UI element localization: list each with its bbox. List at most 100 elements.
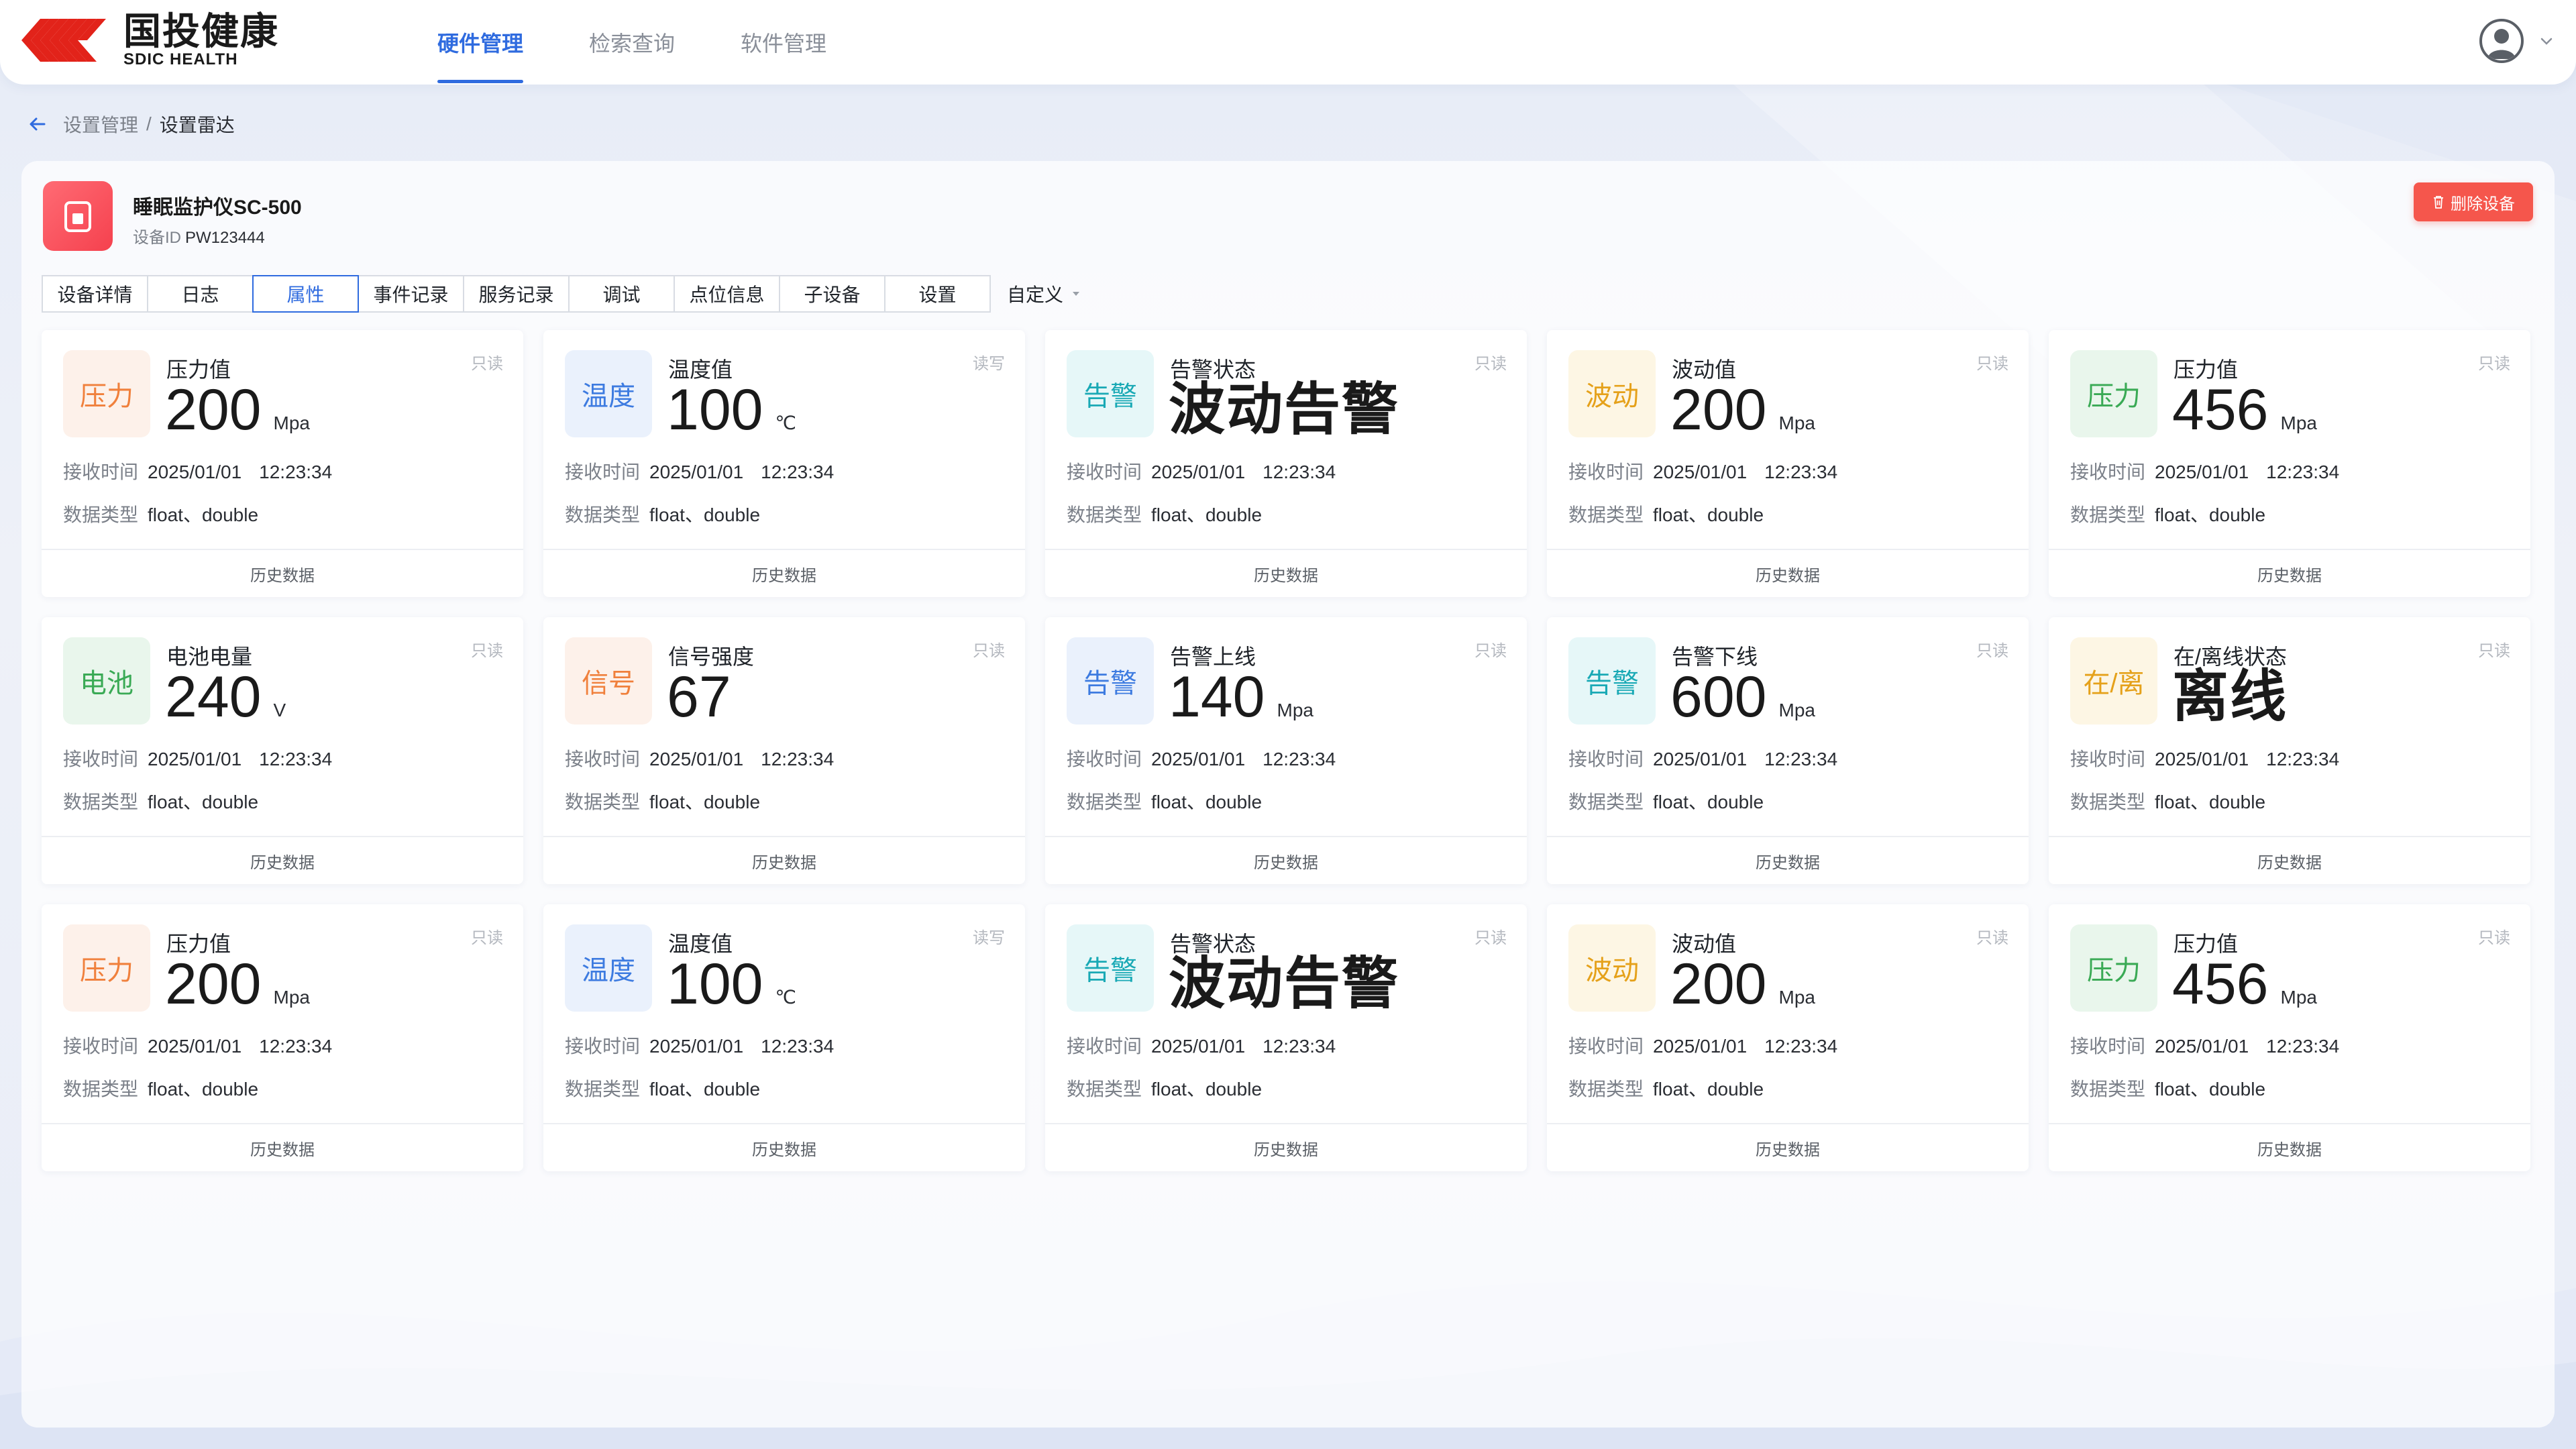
read-write-tag: 只读 (2478, 355, 2510, 373)
property-value: 140 (1169, 665, 1265, 729)
receive-date: 2025/01/01 (649, 462, 744, 482)
property-value: 100 (667, 378, 763, 442)
property-badge: 压力 (2070, 924, 2157, 1012)
property-badge: 告警 (1067, 350, 1154, 437)
receive-time-label: 接收时间 (2070, 462, 2146, 482)
receive-date: 2025/01/01 (148, 1036, 242, 1057)
property-badge-label: 波动 (1585, 382, 1639, 411)
property-value: 200 (165, 952, 262, 1016)
property-badge-label: 告警 (1083, 956, 1137, 985)
history-data-button[interactable]: 历史数据 (1547, 836, 2029, 884)
read-write-tag: 只读 (1474, 355, 1507, 373)
logo[interactable]: 国投健康 SDIC HEALTH (20, 10, 279, 68)
main-nav: 硬件管理 检索查询 软件管理 (437, 0, 892, 85)
receive-time: 12:23:34 (2266, 1036, 2340, 1057)
property-badge-label: 告警 (1083, 382, 1137, 411)
receive-time: 12:23:34 (1764, 749, 1838, 769)
property-badge: 温度 (565, 350, 652, 437)
tab-6[interactable]: 点位信息 (674, 275, 780, 313)
read-write-tag: 只读 (973, 642, 1005, 660)
history-data-button[interactable]: 历史数据 (42, 549, 523, 597)
history-data-button[interactable]: 历史数据 (2049, 549, 2530, 597)
property-value: 456 (2172, 952, 2269, 1016)
breadcrumb-parent[interactable]: 设置管理 (63, 111, 138, 138)
receive-time-label: 接收时间 (63, 749, 139, 769)
nav-item-2[interactable]: 软件管理 (741, 0, 826, 85)
data-type-label: 数据类型 (2070, 504, 2146, 525)
data-type-row: 数据类型 float、double (565, 1075, 760, 1102)
receive-time-row: 接收时间 2025/01/01 12:23:34 (565, 745, 834, 771)
breadcrumb-separator: / (146, 113, 152, 134)
property-badge: 告警 (1568, 637, 1656, 724)
data-type-label: 数据类型 (63, 792, 139, 812)
read-write-tag: 读写 (973, 929, 1005, 947)
history-data-button[interactable]: 历史数据 (1547, 1123, 2029, 1171)
receive-time: 12:23:34 (1764, 462, 1838, 482)
receive-date: 2025/01/01 (148, 462, 242, 482)
property-unit: Mpa (273, 987, 310, 1008)
property-unit: Mpa (1778, 700, 1815, 720)
property-badge-label: 温度 (582, 382, 635, 411)
property-card: 告警 告警下线 600 Mpa 只读 接收时间 2025/01/01 12:23:34 数据类型… (1547, 617, 2029, 884)
read-write-tag: 只读 (1976, 929, 2008, 947)
data-type-row: 数据类型 float、double (2070, 788, 2265, 814)
receive-time: 12:23:34 (259, 462, 333, 482)
property-badge: 波动 (1568, 924, 1656, 1012)
property-badge: 压力 (63, 350, 150, 437)
receive-time-row: 接收时间 2025/01/01 12:23:34 (2070, 745, 2339, 771)
device-icon (43, 181, 113, 251)
device-panel: 睡眠监护仪SC-500 设备ID PW123444 删除设备 设备详情 日志 属性 事件… (21, 161, 2555, 1428)
top-bar: 国投健康 SDIC HEALTH 硬件管理 检索查询 软件管理 (0, 0, 2576, 85)
delete-device-label: 删除设备 (2451, 195, 2515, 213)
history-data-button[interactable]: 历史数据 (42, 836, 523, 884)
tab-3[interactable]: 事件记录 (358, 275, 464, 313)
receive-time-row: 接收时间 2025/01/01 12:23:34 (1067, 745, 1336, 771)
data-type-row: 数据类型 float、double (63, 1075, 258, 1102)
logo-title: 国投健康 (123, 10, 279, 52)
read-write-tag: 只读 (1474, 642, 1507, 660)
tab-2[interactable]: 属性 (252, 275, 359, 313)
history-data-button[interactable]: 历史数据 (1045, 1123, 1527, 1171)
nav-item-1[interactable]: 检索查询 (589, 0, 675, 85)
property-badge-label: 压力 (80, 382, 133, 411)
tab-4[interactable]: 服务记录 (463, 275, 570, 313)
receive-date: 2025/01/01 (2155, 749, 2249, 769)
delete-device-button[interactable]: 删除设备 (2414, 182, 2533, 221)
data-type-value: float、double (1151, 792, 1263, 812)
history-data-button[interactable]: 历史数据 (1045, 836, 1527, 884)
receive-date: 2025/01/01 (649, 1036, 744, 1057)
history-data-button[interactable]: 历史数据 (543, 549, 1025, 597)
tab-7[interactable]: 子设备 (779, 275, 885, 313)
history-data-button[interactable]: 历史数据 (1045, 549, 1527, 597)
back-arrow-icon[interactable] (24, 111, 51, 138)
property-value: 100 (667, 952, 763, 1016)
data-type-value: float、double (1151, 1079, 1263, 1099)
property-value-wrap: 200 Mpa (165, 381, 310, 439)
tab-8[interactable]: 设置 (884, 275, 991, 313)
data-type-label: 数据类型 (1568, 792, 1644, 812)
chevron-down-icon[interactable] (2537, 32, 2556, 50)
tab-5[interactable]: 调试 (568, 275, 675, 313)
property-value-wrap: 200 Mpa (165, 955, 310, 1013)
read-write-tag: 只读 (471, 642, 503, 660)
tab-custom[interactable]: 自定义 (1007, 275, 1081, 313)
property-value: 离线 (2172, 665, 2288, 728)
user-menu[interactable] (2479, 19, 2556, 63)
avatar[interactable] (2479, 19, 2524, 63)
read-write-tag: 只读 (471, 355, 503, 373)
property-value-wrap: 100 ℃ (667, 955, 796, 1013)
history-data-button[interactable]: 历史数据 (1547, 549, 2029, 597)
history-data-button[interactable]: 历史数据 (543, 836, 1025, 884)
history-data-button[interactable]: 历史数据 (543, 1123, 1025, 1171)
user-icon (2487, 29, 2516, 59)
history-data-button[interactable]: 历史数据 (42, 1123, 523, 1171)
data-type-value: float、double (649, 1079, 761, 1099)
data-type-value: float、double (2155, 504, 2266, 525)
history-data-button[interactable]: 历史数据 (2049, 1123, 2530, 1171)
history-data-button[interactable]: 历史数据 (2049, 836, 2530, 884)
tab-1[interactable]: 日志 (147, 275, 254, 313)
data-type-label: 数据类型 (565, 1079, 641, 1099)
property-card: 温度 温度值 100 ℃ 读写 接收时间 2025/01/01 12:23:34 数据类型 flo… (543, 330, 1025, 597)
nav-item-0[interactable]: 硬件管理 (437, 0, 524, 85)
tab-0[interactable]: 设备详情 (42, 275, 148, 313)
